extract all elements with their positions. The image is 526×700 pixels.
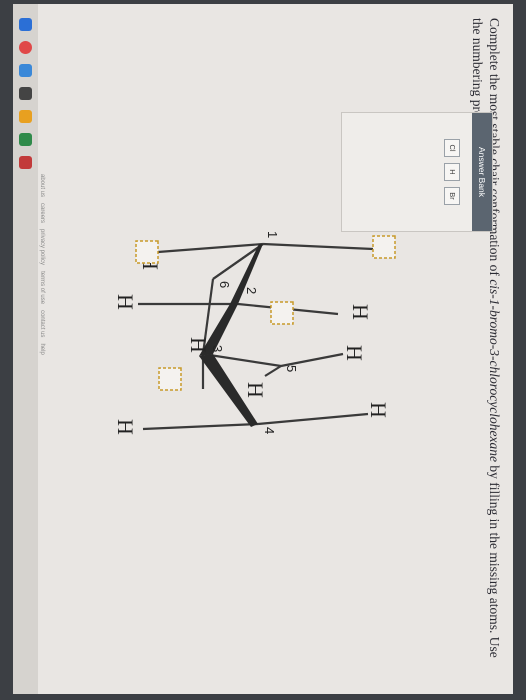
files-icon[interactable] xyxy=(19,110,32,123)
store-icon[interactable] xyxy=(19,133,32,146)
ring-number-2: 2 xyxy=(244,287,259,294)
ring-number-1: 1 xyxy=(265,231,280,238)
ring-number-5: 5 xyxy=(284,365,299,372)
bond-c4-eq xyxy=(142,422,259,431)
word-icon[interactable] xyxy=(19,64,32,77)
drop-zone-c1-axial[interactable] xyxy=(372,235,396,259)
drop-zone-c1-eq[interactable] xyxy=(135,240,159,264)
atom-h-c3: H xyxy=(186,337,211,353)
chrome-icon[interactable] xyxy=(19,41,32,54)
atom-h-c4-axial: H xyxy=(366,402,391,418)
ring-number-3: 3 xyxy=(210,345,225,352)
atom-h-c2: H xyxy=(113,294,138,310)
atom-h-c4-eq: H xyxy=(113,419,138,435)
atom-h-c4-side: H xyxy=(243,382,268,398)
drop-zone-c3[interactable] xyxy=(158,367,182,391)
start-icon[interactable] xyxy=(19,18,32,31)
atom-h-c6: H xyxy=(348,304,373,320)
taskbar xyxy=(13,4,38,694)
ring-number-6: 6 xyxy=(217,281,232,288)
wedge-c1-c2 xyxy=(230,244,263,304)
drop-zone-c6[interactable] xyxy=(270,301,294,325)
atom-h-c5: H xyxy=(342,345,367,361)
bond-c4-axial xyxy=(257,412,369,426)
ring-number-4: 4 xyxy=(262,427,277,434)
bond-c1-up xyxy=(262,242,374,251)
screen: Complete the most stable chair conformat… xyxy=(13,4,513,694)
chair-diagram: 1 2 3 4 5 6 H H H H H H H H xyxy=(113,231,396,435)
bond-c1-left xyxy=(157,242,264,254)
red-app-icon[interactable] xyxy=(19,156,32,169)
app-icon[interactable] xyxy=(19,87,32,100)
